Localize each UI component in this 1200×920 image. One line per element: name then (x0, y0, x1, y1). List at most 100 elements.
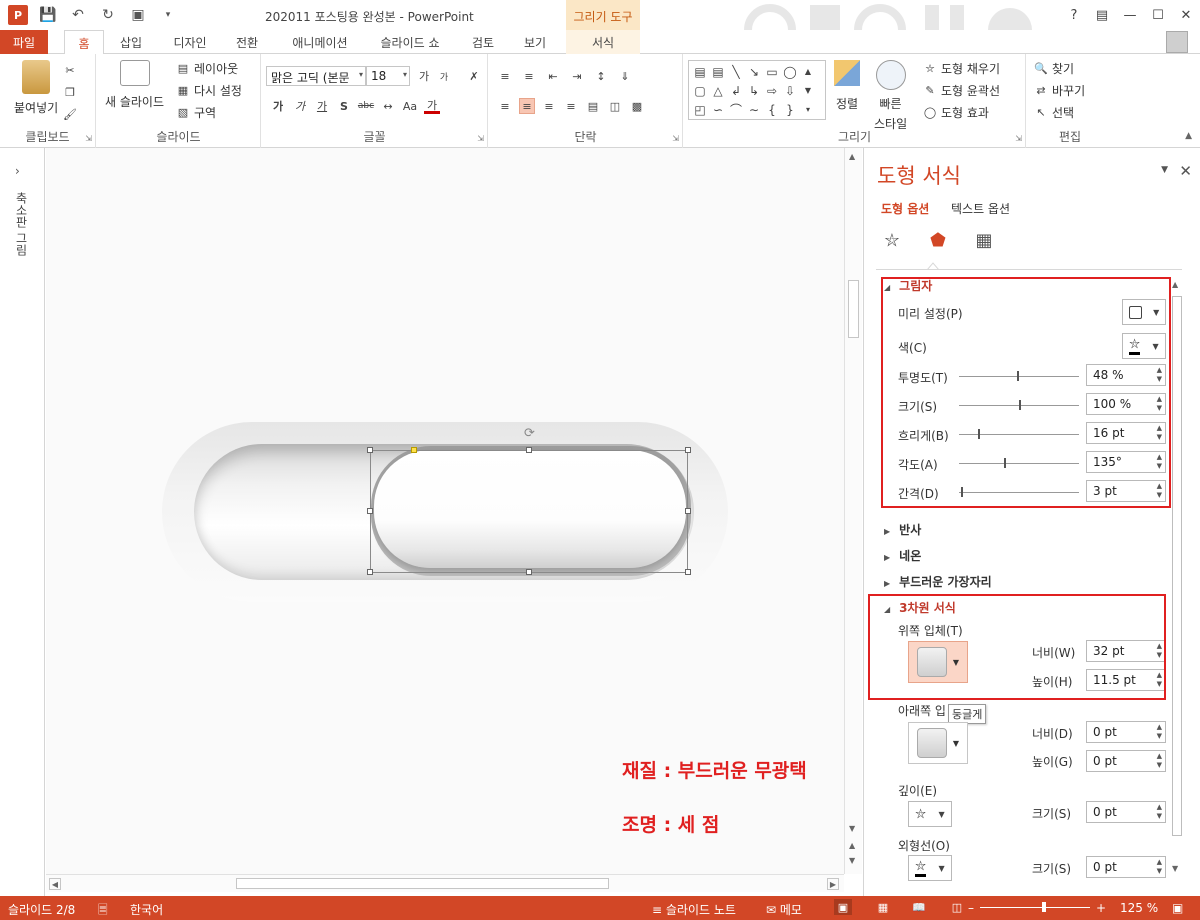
avatar[interactable] (1166, 31, 1188, 53)
resize-handle-tl[interactable] (367, 447, 373, 453)
shape-outline-button[interactable]: ✎ 도형 윤곽선 (922, 82, 1000, 99)
bullets-icon[interactable]: ≡ (497, 68, 513, 84)
elbow-connector-icon[interactable]: ↲ (727, 81, 745, 100)
shape-fill-button[interactable]: ⛦ 도형 채우기 (922, 60, 1000, 77)
dialog-launcher-icon[interactable]: ⇲ (1015, 134, 1022, 143)
find-button[interactable]: 🔍 찾기 (1033, 60, 1074, 77)
section-button[interactable]: ▧ 구역 (175, 104, 216, 121)
line-spacing-icon[interactable]: ↕ (593, 68, 609, 84)
scroll-thumb[interactable] (236, 878, 609, 889)
scroll-up-icon[interactable]: ▲ (849, 152, 855, 161)
zoom-in-icon[interactable]: + (1096, 901, 1106, 915)
resize-handle-l[interactable] (367, 508, 373, 514)
paste-button[interactable]: 붙여넣기 (14, 60, 58, 116)
elbow-arrow-icon[interactable]: ↳ (745, 81, 763, 100)
cut-icon[interactable]: ✂ (62, 62, 78, 78)
tab-animations[interactable]: 애니메이션 (280, 30, 360, 54)
tab-text-options[interactable]: 텍스트 옵션 (951, 200, 1010, 217)
tab-design[interactable]: 디자인 (164, 30, 216, 54)
depth-color-picker[interactable]: ⛦ ▼ (908, 801, 952, 827)
resize-handle-bl[interactable] (367, 569, 373, 575)
dialog-launcher-icon[interactable]: ⇲ (477, 134, 484, 143)
scroll-down-icon[interactable]: ▼ (849, 824, 855, 833)
ribbon-display-icon[interactable]: ▤ (1088, 0, 1116, 30)
curve-icon[interactable]: ∽ (709, 100, 727, 119)
tab-transitions[interactable]: 전환 (226, 30, 268, 54)
notes-button[interactable]: ≡ 슬라이드 노트 (652, 901, 736, 918)
help-button[interactable]: ? (1060, 0, 1088, 30)
bottom-bevel-picker[interactable]: ▼ (908, 722, 968, 764)
scroll-left-icon[interactable]: ◀ (49, 878, 61, 890)
change-case-icon[interactable]: Aa (402, 98, 418, 114)
scroll-thumb[interactable] (848, 280, 859, 338)
line-shape-icon[interactable]: ╲ (727, 62, 745, 81)
soft-edges-section-header[interactable]: ▶ 부드러운 가장자리 (884, 573, 992, 590)
close-icon[interactable]: ✕ (1179, 162, 1192, 180)
font-size-combo[interactable]: 18 ▾ (366, 66, 410, 86)
resize-handle-br[interactable] (685, 569, 691, 575)
comments-button[interactable]: ✉ 메모 (766, 901, 802, 918)
spin-arrows-icon[interactable]: ▲ ▼ (1157, 803, 1162, 821)
scroll-thumb[interactable] (1172, 296, 1182, 836)
italic-icon[interactable]: 가 (292, 98, 308, 114)
char-spacing-icon[interactable]: ↔ (380, 98, 396, 114)
contour-size-input[interactable]: 0 pt ▲ ▼ (1086, 856, 1166, 878)
left-brace-icon[interactable]: { (763, 100, 781, 119)
smartart-icon[interactable]: ▩ (629, 98, 645, 114)
wave-icon[interactable]: ∼ (745, 100, 763, 119)
format-painter-icon[interactable]: 🖌 (62, 106, 78, 122)
right-brace-icon[interactable]: } (781, 100, 799, 119)
tab-slideshow[interactable]: 슬라이드 쇼 (370, 30, 450, 54)
grow-font-icon[interactable]: 가 (416, 68, 432, 84)
tab-file[interactable]: 파일 (0, 30, 48, 54)
reading-view-icon[interactable]: 📖 (910, 899, 928, 915)
next-slide-icon[interactable]: ▼ (849, 856, 855, 865)
decrease-indent-icon[interactable]: ⇤ (545, 68, 561, 84)
down-arrow-icon[interactable]: ⇩ (781, 81, 799, 100)
zoom-level[interactable]: 125 % (1120, 901, 1158, 915)
scroll-down-icon[interactable]: ▼ (1172, 864, 1178, 873)
replace-button[interactable]: ⇄ 바꾸기 (1033, 82, 1085, 99)
tab-review[interactable]: 검토 (462, 30, 504, 54)
bottom-height-input[interactable]: 0 pt ▲ ▼ (1086, 750, 1166, 772)
spin-arrows-icon[interactable]: ▲ ▼ (1157, 723, 1162, 741)
vertical-textbox-icon[interactable]: ▤ (709, 62, 727, 81)
pane-options-icon[interactable]: ▼ (1161, 165, 1168, 175)
maximize-icon[interactable]: ☐ (1144, 0, 1172, 30)
tab-home[interactable]: 홈 (64, 30, 104, 55)
reflection-section-header[interactable]: ▶ 반사 (884, 521, 921, 538)
tab-insert[interactable]: 삽입 (110, 30, 152, 54)
prev-slide-icon[interactable]: ▲ (849, 841, 855, 850)
underline-icon[interactable]: 가 (314, 98, 330, 114)
justify-icon[interactable]: ≡ (563, 98, 579, 114)
contour-color-picker[interactable]: ⛦ ▼ (908, 855, 952, 881)
scroll-right-icon[interactable]: ▶ (827, 878, 839, 890)
gallery-more-icon[interactable]: ▾ (799, 100, 817, 119)
font-name-combo[interactable]: 맑은 고딕 (본문 ▾ (266, 66, 366, 86)
align-left-icon[interactable]: ≡ (497, 98, 513, 114)
normal-view-icon[interactable]: ▣ (834, 899, 852, 915)
adjust-handle[interactable] (411, 447, 417, 453)
rectangle-shape-icon[interactable]: ▭ (763, 62, 781, 81)
minimize-icon[interactable]: — (1116, 0, 1144, 30)
clear-format-icon[interactable]: ✗ (466, 68, 482, 84)
layout-button[interactable]: ▤ 레이아웃 (175, 60, 238, 77)
strikethrough-icon[interactable]: abc (358, 98, 374, 114)
distribute-icon[interactable]: ▤ (585, 98, 601, 114)
slide-canvas[interactable]: ⟳ 재질 : 부드러운 무광택 조명 : 세 점 (46, 148, 844, 874)
oval-shape-icon[interactable]: ◯ (781, 62, 799, 81)
tab-shape-options[interactable]: 도형 옵션 (881, 200, 929, 217)
shapes-gallery[interactable]: ▤ ▤ ╲ ↘ ▭ ◯ ▲ ▢ △ ↲ ↳ ⇨ ⇩ ▼ ◰ ∽ ⌒ ∼{} ▾ (688, 60, 826, 120)
resize-handle-r[interactable] (685, 508, 691, 514)
scroll-up-icon[interactable]: ▲ (799, 62, 817, 81)
language-indicator[interactable]: 한국어 (130, 901, 163, 918)
dialog-launcher-icon[interactable]: ⇲ (85, 134, 92, 143)
save-icon[interactable]: 💾 (38, 5, 58, 25)
shape-effects-button[interactable]: ◯ 도형 효과 (922, 104, 989, 121)
rotate-handle-icon[interactable]: ⟳ (524, 426, 535, 441)
arrow-line-icon[interactable]: ↘ (745, 62, 763, 81)
slide-vertical-scrollbar[interactable]: ▲ ▼ ▲ ▼ (844, 148, 862, 874)
slide-sorter-icon[interactable]: ▦ (874, 899, 892, 915)
scroll-up-icon[interactable]: ▲ (1172, 280, 1178, 289)
undo-icon[interactable]: ↶ (68, 5, 88, 25)
